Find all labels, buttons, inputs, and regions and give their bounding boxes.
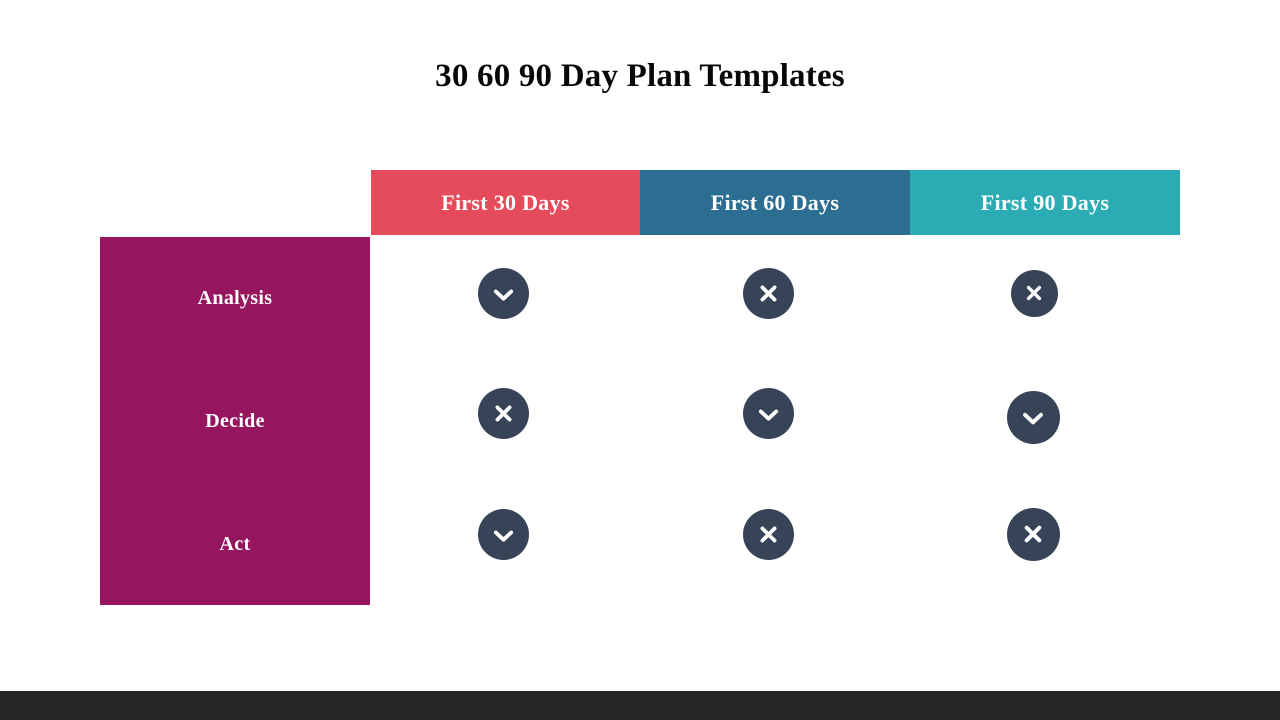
- matrix-cell-r1-c1[interactable]: [477, 267, 529, 319]
- row-label-1: Analysis: [197, 287, 273, 309]
- column-header-1[interactable]: First 30 Days: [371, 170, 640, 235]
- footer-bar: [0, 691, 1280, 720]
- column-header-label: First 90 Days: [980, 189, 1110, 215]
- matrix-cell-r3-c1[interactable]: [477, 508, 529, 560]
- check-icon: [477, 267, 529, 319]
- cross-icon: [742, 267, 794, 319]
- column-header-2[interactable]: First 60 Days: [640, 170, 910, 235]
- cross-icon: [1010, 269, 1058, 317]
- cross-icon: [477, 387, 529, 439]
- column-header-band: First 30 Days First 60 Days First 90 Days: [371, 170, 1180, 235]
- matrix-cell-r2-c3[interactable]: [1006, 390, 1060, 444]
- slide-canvas: 30 60 90 Day Plan Templates First 30 Day…: [0, 0, 1280, 720]
- status-icon-grid: [371, 237, 1180, 605]
- row-label-3: Act: [219, 533, 251, 555]
- matrix-cell-r2-c2[interactable]: [742, 387, 794, 439]
- cross-icon: [742, 508, 794, 560]
- matrix-cell-r2-c1[interactable]: [477, 387, 529, 439]
- row-label-panel: Analysis Decide Act: [100, 237, 370, 605]
- cross-icon: [1006, 507, 1060, 561]
- matrix-cell-r3-c3[interactable]: [1006, 507, 1060, 561]
- check-icon: [1006, 390, 1060, 444]
- matrix-cell-r1-c2[interactable]: [742, 267, 794, 319]
- column-header-label: First 30 Days: [441, 189, 570, 215]
- row-label-2: Decide: [205, 410, 265, 432]
- page-title: 30 60 90 Day Plan Templates: [435, 58, 845, 94]
- column-header-3[interactable]: First 90 Days: [910, 170, 1180, 235]
- check-icon: [477, 508, 529, 560]
- column-header-label: First 60 Days: [710, 189, 840, 215]
- matrix-cell-r1-c3[interactable]: [1010, 269, 1058, 317]
- matrix-cell-r3-c2[interactable]: [742, 508, 794, 560]
- check-icon: [742, 387, 794, 439]
